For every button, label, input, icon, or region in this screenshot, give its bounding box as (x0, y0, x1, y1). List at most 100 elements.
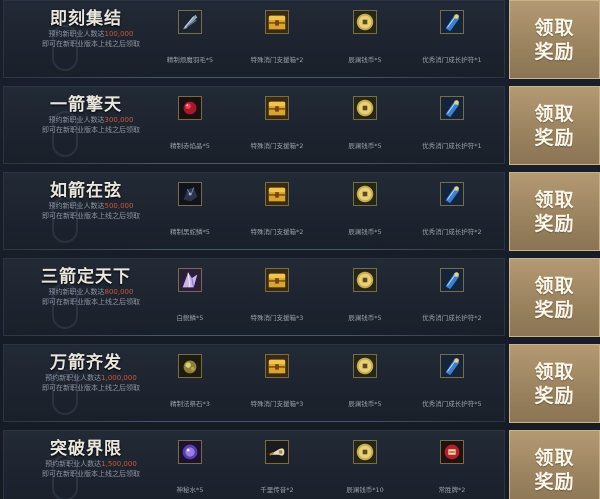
tier-claim-note: 即可在新职业版本上线之后领取 (42, 212, 140, 220)
claim-reward-label: 领取奖励 (534, 446, 575, 493)
reward-item-label: 优秀消门成长护符*5 (422, 400, 482, 408)
reward-tier: 万箭齐发 预约新职业人数达1,000,000 即可在新职业版本上线之后领取 领取… (0, 344, 600, 424)
tier-claim-note: 即可在新职业版本上线之后领取 (42, 40, 140, 48)
reward-item-label: 精制赤焰晶*5 (170, 142, 210, 150)
tier-title: 即刻集结 (50, 9, 122, 29)
reward-item[interactable]: 优秀消门成长护符*2 (407, 182, 497, 242)
reward-item[interactable]: 辰澜钱币*10 (320, 440, 410, 499)
reward-item-label: 特殊消门支援箱*3 (250, 400, 304, 408)
tier-requirement-count: 300,000 (104, 116, 134, 124)
tier-requirement-text: 预约新职业人数达 (48, 116, 105, 124)
reward-tier: 三箭定天下 预约新职业人数达800,000 即可在新职业版本上线之后领取 领取奖… (0, 258, 600, 338)
talisman-icon (440, 182, 464, 206)
dark-ore-icon (178, 182, 202, 206)
tier-requirement-text: 预约新职业人数达 (48, 288, 105, 296)
claim-reward-button[interactable]: 领取奖励 (509, 344, 600, 423)
claim-reward-button[interactable]: 领取奖励 (509, 172, 600, 251)
tier-description: 预约新职业人数达1,500,000 即可在新职业版本上线之后领取 (16, 459, 166, 479)
tier-description: 预约新职业人数达1,000,000 即可在新职业版本上线之后领取 (16, 373, 166, 393)
reward-item[interactable]: 优秀消门成长护符*1 (407, 10, 497, 70)
tier-claim-note: 即可在新职业版本上线之后领取 (42, 126, 140, 134)
reward-item[interactable]: 特殊消门支援箱*2 (232, 10, 322, 70)
reward-item[interactable]: 精制法祭石*3 (145, 354, 235, 414)
reward-tier: 突破界限 预约新职业人数达1,500,000 即可在新职业版本上线之后领取 领取… (0, 430, 600, 499)
tier-claim-note: 即可在新职业版本上线之后领取 (42, 384, 140, 392)
reward-item-label: 特殊消门支援箱*2 (250, 56, 304, 64)
reward-tier: 一箭擎天 预约新职业人数达300,000 即可在新职业版本上线之后领取 领取奖励… (0, 86, 600, 166)
reward-item-label: 常胜牌*2 (438, 486, 466, 494)
reward-item-label: 特殊消门支援箱*2 (250, 228, 304, 236)
coin-icon (353, 268, 377, 292)
reward-item-label: 辰澜钱币*5 (348, 56, 382, 64)
reward-item[interactable]: 优秀消门成长护符*2 (407, 268, 497, 328)
claim-reward-button[interactable]: 领取奖励 (509, 86, 600, 165)
reward-item-label: 优秀消门成长护符*1 (422, 142, 482, 150)
reward-item-label: 优秀消门成长护符*2 (422, 228, 482, 236)
reward-item[interactable]: 精制烦魔羽毛*5 (145, 10, 235, 70)
reward-item[interactable]: 神秘水*5 (145, 440, 235, 499)
horn-icon (265, 440, 289, 464)
coin-icon (353, 182, 377, 206)
reward-item[interactable]: 优秀消门成长护符*5 (407, 354, 497, 414)
coin-icon (353, 96, 377, 120)
feather-icon (178, 10, 202, 34)
tier-description: 预约新职业人数达800,000 即可在新职业版本上线之后领取 (16, 287, 166, 307)
tier-requirement-count: 800,000 (104, 288, 134, 296)
reward-item-label: 特殊消门支援箱*2 (250, 142, 304, 150)
treasure-chest-icon (265, 10, 289, 34)
tier-title: 如箭在弦 (50, 181, 122, 201)
magic-stone-icon (178, 354, 202, 378)
reward-item-label: 精制烦魔羽毛*5 (166, 56, 214, 64)
tier-requirement-text: 预约新职业人数达 (48, 202, 105, 210)
claim-reward-label: 领取奖励 (534, 360, 575, 407)
tier-title: 三箭定天下 (41, 267, 131, 287)
reward-item[interactable]: 辰澜钱币*5 (320, 10, 410, 70)
reward-item-label: 特殊消门支援箱*3 (250, 314, 304, 322)
reward-item-label: 精制黑蛇鳞*5 (170, 228, 210, 236)
reward-item[interactable]: 特殊消门支援箱*2 (232, 96, 322, 156)
reward-tier-list: 即刻集结 预约新职业人数达100,000 即可在新职业版本上线之后领取 领取奖励… (0, 0, 600, 499)
reward-item[interactable]: 辰澜钱币*5 (320, 354, 410, 414)
reward-item[interactable]: 白鲵鳞*5 (145, 268, 235, 328)
claim-reward-label: 领取奖励 (534, 102, 575, 149)
reward-item-label: 白鲵鳞*5 (176, 314, 204, 322)
reward-item[interactable]: 辰澜钱币*5 (320, 182, 410, 242)
tier-description: 预约新职业人数达100,000 即可在新职业版本上线之后领取 (16, 29, 166, 49)
reward-item[interactable]: 特殊消门支援箱*3 (232, 268, 322, 328)
reward-item[interactable]: 千里传音*2 (232, 440, 322, 499)
reward-item[interactable]: 辰澜钱币*5 (320, 96, 410, 156)
claim-reward-button[interactable]: 领取奖励 (509, 0, 600, 79)
tier-title: 突破界限 (50, 439, 122, 459)
reward-item[interactable]: 精制赤焰晶*5 (145, 96, 235, 156)
mystic-water-icon (178, 440, 202, 464)
claim-reward-button[interactable]: 领取奖励 (509, 430, 600, 499)
reward-item[interactable]: 优秀消门成长护符*1 (407, 96, 497, 156)
tier-title: 一箭擎天 (50, 95, 122, 115)
coin-icon (353, 354, 377, 378)
treasure-chest-icon (265, 96, 289, 120)
tier-requirement-text: 预约新职业人数达 (48, 30, 105, 38)
tier-requirement-count: 100,000 (104, 30, 134, 38)
treasure-chest-icon (265, 268, 289, 292)
claim-reward-button[interactable]: 领取奖励 (509, 258, 600, 337)
reward-item-label: 优秀消门成长护符*1 (422, 56, 482, 64)
reward-item-label: 辰澜钱币*10 (346, 486, 384, 494)
tier-requirement-text: 预约新职业人数达 (45, 460, 102, 468)
tier-claim-note: 即可在新职业版本上线之后领取 (42, 470, 140, 478)
tier-requirement-count: 500,000 (104, 202, 134, 210)
reward-item[interactable]: 辰澜钱币*5 (320, 268, 410, 328)
reward-item[interactable]: 精制黑蛇鳞*5 (145, 182, 235, 242)
treasure-chest-icon (265, 354, 289, 378)
reward-item[interactable]: 常胜牌*2 (407, 440, 497, 499)
reward-tier: 即刻集结 预约新职业人数达100,000 即可在新职业版本上线之后领取 领取奖励… (0, 0, 600, 80)
reward-item-label: 辰澜钱币*5 (348, 400, 382, 408)
reward-item-label: 辰澜钱币*5 (348, 142, 382, 150)
reward-tier: 如箭在弦 预约新职业人数达500,000 即可在新职业版本上线之后领取 领取奖励… (0, 172, 600, 252)
talisman-icon (440, 10, 464, 34)
claim-reward-label: 领取奖励 (534, 274, 575, 321)
crystal-shard-icon (178, 268, 202, 292)
tier-title: 万箭齐发 (50, 353, 122, 373)
reward-item[interactable]: 特殊消门支援箱*2 (232, 182, 322, 242)
reward-item[interactable]: 特殊消门支援箱*3 (232, 354, 322, 414)
talisman-icon (440, 268, 464, 292)
